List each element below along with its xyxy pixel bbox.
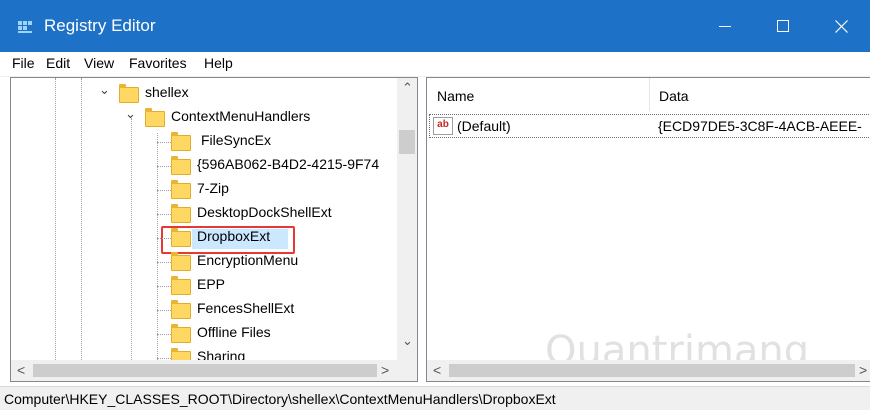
- list-horizontal-scrollbar[interactable]: < >: [427, 360, 870, 381]
- menu-bar: File Edit View Favorites Help: [0, 52, 870, 77]
- minimize-icon: [719, 26, 731, 27]
- scroll-up-arrow-icon[interactable]: ⌃: [402, 80, 413, 96]
- key-path: Computer\HKEY_CLASSES_ROOT\Directory\she…: [4, 391, 556, 407]
- folder-icon: [171, 276, 191, 295]
- title-bar: Registry Editor: [0, 0, 870, 52]
- menu-file[interactable]: File: [12, 55, 35, 71]
- folder-icon: [171, 156, 191, 175]
- tree-scroll-thumb[interactable]: [399, 130, 415, 154]
- folder-icon: [171, 324, 191, 343]
- scroll-left-arrow-icon[interactable]: <: [17, 362, 25, 378]
- folder-icon: [171, 228, 191, 247]
- values-list-pane[interactable]: Name Data ab (Default) {ECD97DE5-3C8F-4A…: [426, 77, 870, 382]
- menu-view[interactable]: View: [84, 55, 114, 71]
- tree-node-7zip[interactable]: 7-Zip: [197, 180, 229, 202]
- tree-horizontal-scrollbar[interactable]: < >: [11, 360, 397, 381]
- tree-node-epp[interactable]: EPP: [197, 276, 225, 298]
- tree-hscroll-thumb[interactable]: [33, 364, 377, 377]
- folder-icon: [171, 204, 191, 223]
- folder-icon: [171, 300, 191, 319]
- close-button[interactable]: [812, 0, 870, 52]
- registry-editor-icon: [18, 21, 32, 33]
- folder-icon: [145, 108, 165, 127]
- tree-node-filesyncex[interactable]: FileSyncEx: [201, 132, 271, 154]
- tree-node-fencesshellext[interactable]: FencesShellExt: [197, 300, 294, 322]
- tree-node-contextmenuhandlers[interactable]: ContextMenuHandlers: [171, 108, 310, 130]
- list-row[interactable]: ab (Default) {ECD97DE5-3C8F-4ACB-AEEE-: [429, 114, 870, 138]
- collapse-chevron-icon[interactable]: ⌄: [99, 82, 110, 98]
- scrollbar-corner: [397, 360, 417, 381]
- folder-icon: [171, 132, 191, 151]
- tree-vertical-scrollbar[interactable]: ⌃ ⌄: [397, 78, 417, 360]
- scroll-right-arrow-icon[interactable]: >: [859, 362, 867, 378]
- string-value-icon: ab: [433, 117, 453, 135]
- value-name: (Default): [457, 118, 511, 134]
- menu-help[interactable]: Help: [204, 55, 233, 71]
- scroll-right-arrow-icon[interactable]: >: [381, 362, 389, 378]
- folder-icon: [171, 252, 191, 271]
- menu-favorites[interactable]: Favorites: [129, 55, 187, 71]
- maximize-icon: [777, 20, 789, 32]
- tree-node-dropboxext[interactable]: DropboxExt: [197, 228, 270, 250]
- tree-node-sharing[interactable]: Sharing: [197, 348, 245, 360]
- scroll-down-arrow-icon[interactable]: ⌄: [402, 333, 413, 349]
- minimize-button[interactable]: [696, 0, 754, 52]
- close-icon: [834, 19, 848, 33]
- menu-edit[interactable]: Edit: [46, 55, 70, 71]
- value-data: {ECD97DE5-3C8F-4ACB-AEEE-: [658, 118, 862, 134]
- column-separator[interactable]: [649, 78, 650, 111]
- list-hscroll-thumb[interactable]: [449, 364, 855, 377]
- tree-view: ⌄ shellex ⌄ ContextMenuHandlers FileSync…: [11, 78, 397, 360]
- folder-icon: [171, 180, 191, 199]
- folder-icon: [171, 348, 191, 360]
- tree-node-desktopdockshellext[interactable]: DesktopDockShellExt: [197, 204, 332, 226]
- status-bar: Computer\HKEY_CLASSES_ROOT\Directory\she…: [0, 386, 870, 410]
- maximize-button[interactable]: [754, 0, 812, 52]
- tree-node-encryptionmenu[interactable]: EncryptionMenu: [197, 252, 298, 274]
- tree-node-offline-files[interactable]: Offline Files: [197, 324, 271, 346]
- tree-node-shellex[interactable]: shellex: [145, 84, 189, 106]
- folder-icon: [119, 84, 139, 103]
- tree-node-596ab062[interactable]: {596AB062-B4D2-4215-9F74: [197, 156, 379, 178]
- collapse-chevron-icon[interactable]: ⌄: [125, 106, 136, 122]
- key-tree-pane[interactable]: ⌄ shellex ⌄ ContextMenuHandlers FileSync…: [10, 77, 418, 382]
- scroll-left-arrow-icon[interactable]: <: [433, 362, 441, 378]
- window-title: Registry Editor: [44, 16, 156, 35]
